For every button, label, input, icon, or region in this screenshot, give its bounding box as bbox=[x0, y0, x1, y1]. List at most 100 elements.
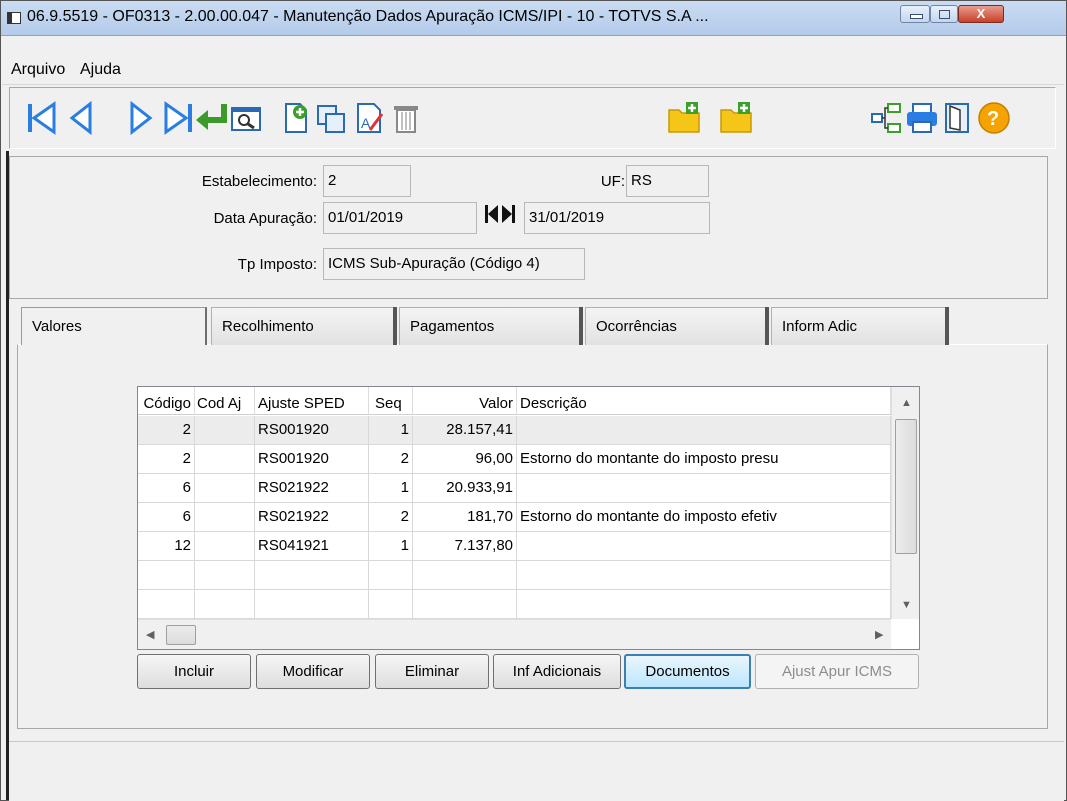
delete-icon[interactable] bbox=[388, 98, 424, 138]
period-previous-icon[interactable] bbox=[485, 204, 499, 224]
tab-ocorrencias[interactable]: Ocorrências bbox=[585, 307, 767, 345]
folder-add-2-icon[interactable] bbox=[718, 98, 754, 138]
table-row[interactable]: 2 RS001920 1 28.157,41 bbox=[138, 416, 891, 445]
next-record-icon[interactable] bbox=[122, 98, 158, 138]
column-header-valor[interactable]: Valor bbox=[413, 387, 517, 415]
cell-ajuste-sped[interactable]: RS021922 bbox=[255, 503, 369, 531]
print-icon[interactable] bbox=[904, 98, 940, 138]
period-next-icon[interactable] bbox=[501, 204, 515, 224]
table-row[interactable]: 2 RS001920 2 96,00 Estorno do montante do im… bbox=[138, 445, 891, 474]
valores-grid[interactable]: Código Cod Aj Ajuste SPED Seq Valor Desc… bbox=[137, 386, 920, 650]
cell-seq[interactable] bbox=[369, 590, 413, 618]
cell-valor[interactable]: 181,70 bbox=[413, 503, 517, 531]
column-header-codigo[interactable]: Código bbox=[138, 387, 195, 415]
cell-descricao[interactable]: Estorno do montante do imposto presu bbox=[517, 445, 891, 473]
cell-valor[interactable]: 96,00 bbox=[413, 445, 517, 473]
last-record-icon[interactable] bbox=[160, 98, 196, 138]
cell-valor[interactable]: 20.933,91 bbox=[413, 474, 517, 502]
cell-valor[interactable]: 28.157,41 bbox=[413, 416, 517, 444]
table-row[interactable] bbox=[138, 561, 891, 590]
horizontal-scrollbar[interactable]: ◀ ▶ bbox=[138, 619, 891, 649]
folder-add-icon[interactable] bbox=[666, 98, 702, 138]
cell-seq[interactable] bbox=[369, 561, 413, 589]
cell-seq[interactable]: 1 bbox=[369, 474, 413, 502]
vertical-scroll-thumb[interactable] bbox=[895, 419, 917, 554]
cell-descricao[interactable] bbox=[517, 416, 891, 444]
uf-field[interactable]: RS bbox=[626, 165, 709, 197]
minimize-button[interactable] bbox=[900, 5, 930, 23]
cell-ajuste-sped[interactable] bbox=[255, 590, 369, 618]
eliminar-button[interactable]: Eliminar bbox=[375, 654, 489, 689]
table-row[interactable] bbox=[138, 590, 891, 619]
cell-codigo[interactable] bbox=[138, 561, 195, 589]
table-row[interactable]: 6 RS021922 1 20.933,91 bbox=[138, 474, 891, 503]
column-header-ajuste-sped[interactable]: Ajuste SPED bbox=[255, 387, 369, 415]
column-header-descricao[interactable]: Descrição bbox=[517, 387, 891, 415]
tp-imposto-field[interactable]: ICMS Sub-Apuração (Código 4) bbox=[323, 248, 585, 280]
cell-cod-aj[interactable] bbox=[195, 532, 255, 560]
estabelecimento-field[interactable]: 2 bbox=[323, 165, 411, 197]
horizontal-scroll-thumb[interactable] bbox=[166, 625, 196, 645]
tab-pagamentos[interactable]: Pagamentos bbox=[399, 307, 581, 345]
ajust-apur-icms-button[interactable]: Ajust Apur ICMS bbox=[755, 654, 919, 689]
first-record-icon[interactable] bbox=[24, 98, 60, 138]
cell-codigo[interactable]: 2 bbox=[138, 445, 195, 473]
new-document-icon[interactable] bbox=[278, 98, 314, 138]
cell-codigo[interactable] bbox=[138, 590, 195, 618]
cell-cod-aj[interactable] bbox=[195, 416, 255, 444]
cell-seq[interactable]: 1 bbox=[369, 416, 413, 444]
exit-icon[interactable] bbox=[940, 98, 976, 138]
tab-inform-adic[interactable]: Inform Adic bbox=[771, 307, 947, 345]
cell-cod-aj[interactable] bbox=[195, 590, 255, 618]
return-icon[interactable] bbox=[194, 98, 230, 138]
cell-ajuste-sped[interactable]: RS021922 bbox=[255, 474, 369, 502]
scroll-left-icon[interactable]: ◀ bbox=[146, 628, 154, 641]
cell-cod-aj[interactable] bbox=[195, 474, 255, 502]
cell-descricao[interactable] bbox=[517, 590, 891, 618]
menu-item-arquivo[interactable]: Arquivo bbox=[11, 61, 65, 79]
edit-icon[interactable]: A bbox=[352, 98, 388, 138]
cell-valor[interactable] bbox=[413, 590, 517, 618]
search-icon[interactable] bbox=[228, 98, 264, 138]
inf-adicionais-button[interactable]: Inf Adicionais bbox=[493, 654, 621, 689]
scroll-down-icon[interactable]: ▼ bbox=[901, 599, 912, 611]
help-icon[interactable]: ? bbox=[976, 98, 1012, 138]
cell-descricao[interactable] bbox=[517, 561, 891, 589]
incluir-button[interactable]: Incluir bbox=[137, 654, 251, 689]
cell-descricao[interactable]: Estorno do montante do imposto efetiv bbox=[517, 503, 891, 531]
cell-seq[interactable]: 2 bbox=[369, 445, 413, 473]
cell-cod-aj[interactable] bbox=[195, 445, 255, 473]
data-inicio-field[interactable]: 01/01/2019 bbox=[323, 202, 477, 234]
cell-seq[interactable]: 1 bbox=[369, 532, 413, 560]
tree-icon[interactable] bbox=[868, 98, 904, 138]
cell-cod-aj[interactable] bbox=[195, 503, 255, 531]
cell-codigo[interactable]: 2 bbox=[138, 416, 195, 444]
maximize-button[interactable] bbox=[930, 5, 958, 23]
title-bar[interactable]: 06.9.5519 - OF0313 - 2.00.00.047 - Manut… bbox=[1, 1, 1066, 36]
scroll-right-icon[interactable]: ▶ bbox=[875, 628, 883, 641]
data-fim-field[interactable]: 31/01/2019 bbox=[524, 202, 710, 234]
menu-item-ajuda[interactable]: Ajuda bbox=[80, 61, 121, 79]
cell-valor[interactable] bbox=[413, 561, 517, 589]
cell-codigo[interactable]: 6 bbox=[138, 503, 195, 531]
previous-record-icon[interactable] bbox=[64, 98, 100, 138]
vertical-scrollbar[interactable]: ▲ ▼ bbox=[891, 387, 919, 619]
modificar-button[interactable]: Modificar bbox=[256, 654, 370, 689]
column-header-cod-aj[interactable]: Cod Aj bbox=[195, 387, 255, 415]
column-header-seq[interactable]: Seq bbox=[369, 387, 413, 415]
cell-descricao[interactable] bbox=[517, 474, 891, 502]
cell-seq[interactable]: 2 bbox=[369, 503, 413, 531]
cell-ajuste-sped[interactable] bbox=[255, 561, 369, 589]
cell-valor[interactable]: 7.137,80 bbox=[413, 532, 517, 560]
tab-valores[interactable]: Valores bbox=[21, 307, 207, 345]
cell-descricao[interactable] bbox=[517, 532, 891, 560]
cell-ajuste-sped[interactable]: RS041921 bbox=[255, 532, 369, 560]
cell-cod-aj[interactable] bbox=[195, 561, 255, 589]
tab-recolhimento[interactable]: Recolhimento bbox=[211, 307, 395, 345]
table-row[interactable]: 12 RS041921 1 7.137,80 bbox=[138, 532, 891, 561]
copy-icon[interactable] bbox=[314, 98, 350, 138]
cell-codigo[interactable]: 12 bbox=[138, 532, 195, 560]
cell-ajuste-sped[interactable]: RS001920 bbox=[255, 445, 369, 473]
documentos-button[interactable]: Documentos bbox=[624, 654, 751, 689]
cell-codigo[interactable]: 6 bbox=[138, 474, 195, 502]
